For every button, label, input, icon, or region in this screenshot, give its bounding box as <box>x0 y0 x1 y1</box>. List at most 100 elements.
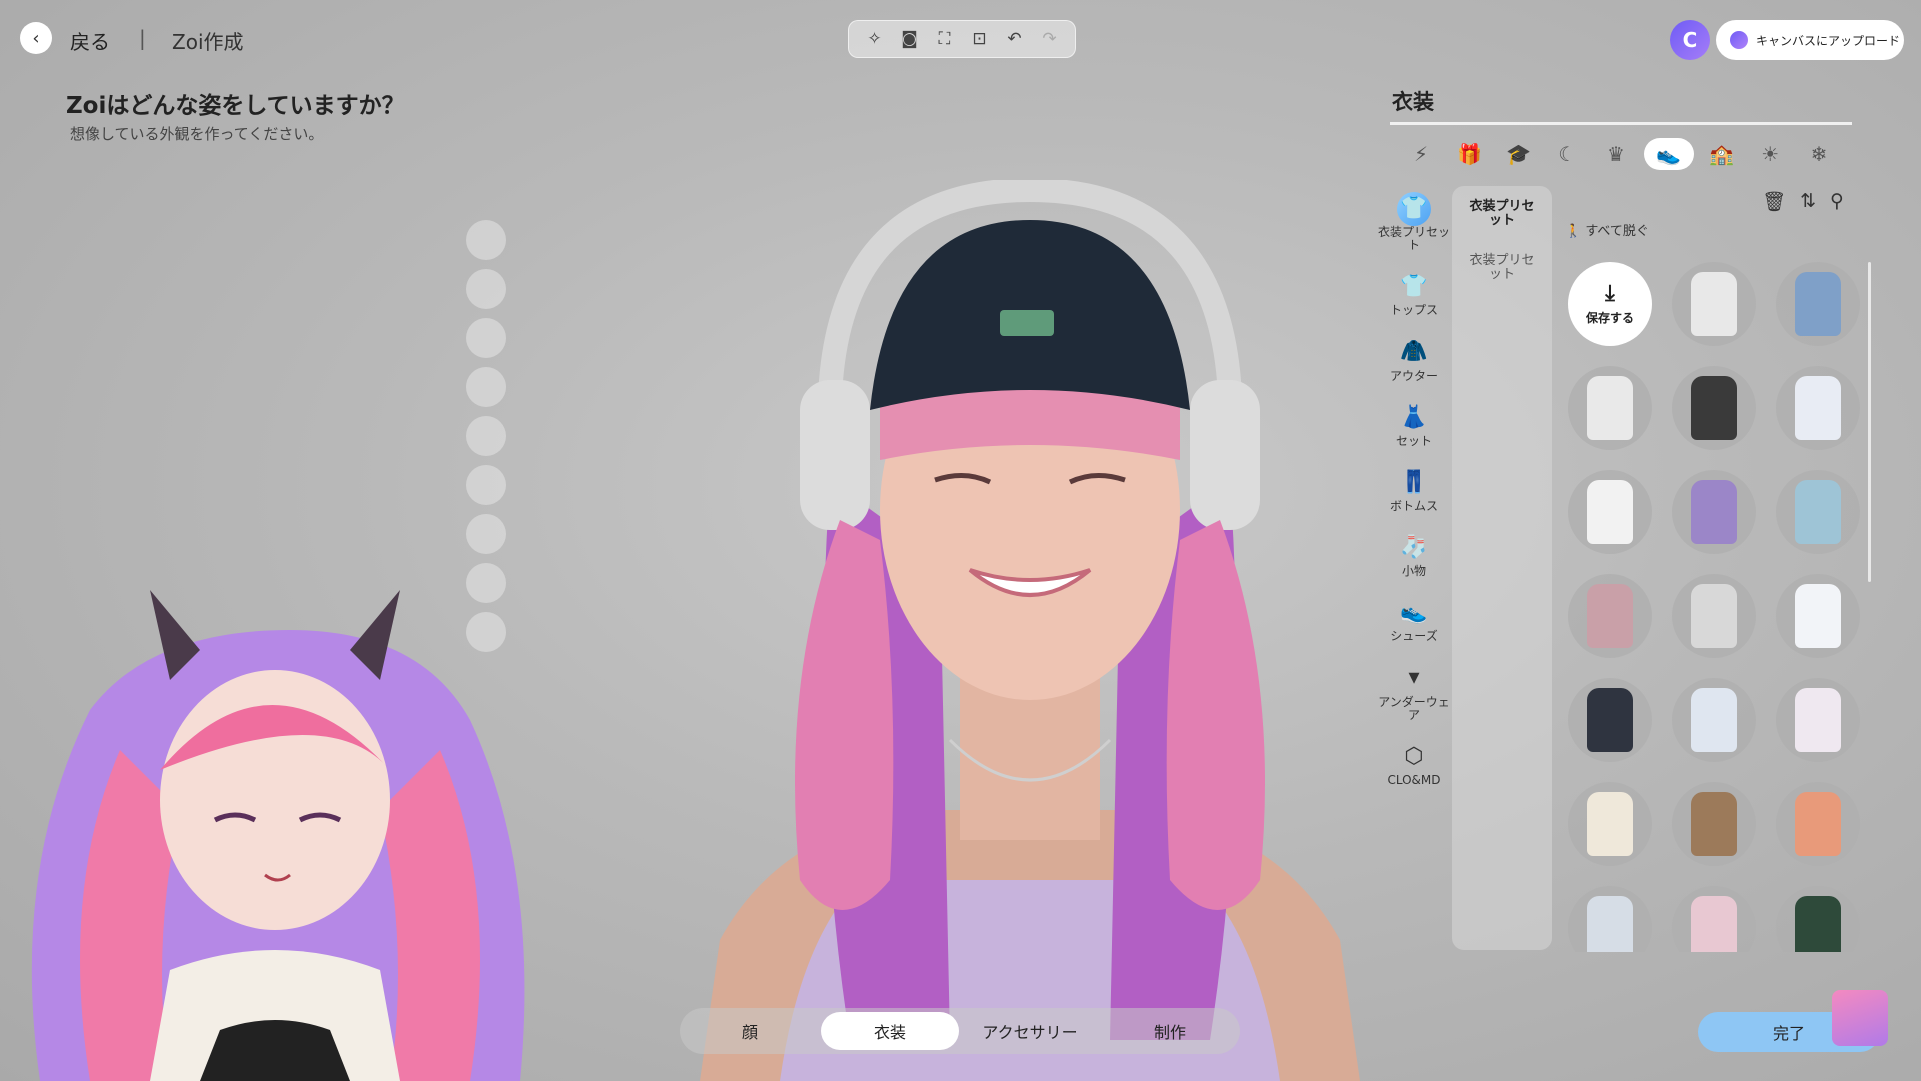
outfit-preset-item[interactable] <box>1568 886 1652 952</box>
redo-icon[interactable]: ↷ <box>1038 29 1062 49</box>
menu-item-shoes[interactable]: 👟 シューズ <box>1378 596 1450 643</box>
outfit-preset-item[interactable] <box>1672 366 1756 450</box>
equipped-item-thumb[interactable] <box>466 416 506 456</box>
tab-face[interactable]: 顔 <box>681 1012 819 1050</box>
clo-icon: ⬡ <box>1404 743 1424 769</box>
outfit-preset-item[interactable] <box>1776 470 1860 554</box>
outfit-preset-item[interactable] <box>1776 574 1860 658</box>
canva-icon <box>1730 31 1748 49</box>
outfit-preset-item[interactable] <box>1672 574 1756 658</box>
face-focus-icon[interactable]: ⊡ <box>968 29 992 49</box>
panel-divider <box>1390 122 1852 125</box>
subcategory-item[interactable]: 衣装プリセット <box>1464 253 1540 283</box>
trash-icon[interactable]: 🗑 <box>1762 190 1786 213</box>
style-category-bar: ⚡ 🎁 🎓 ☾ ♛ 👟 🏫 ☀ ❄ <box>1400 136 1840 172</box>
page-title: Zoiはどんな姿をしていますか？ <box>66 93 405 119</box>
menu-label: セット <box>1395 433 1432 448</box>
sparkle-icon[interactable]: ✧ <box>863 29 887 49</box>
shoe-icon[interactable]: 👟 <box>1643 138 1694 170</box>
back-button[interactable]: ‹ <box>20 22 52 54</box>
breadcrumb: Zoi作成 <box>172 30 244 54</box>
outfit-garment-image <box>1691 376 1737 440</box>
menu-item-clo-md[interactable]: ⬡ CLO&MD <box>1378 740 1450 787</box>
panel-title: 衣装 <box>1392 90 1434 114</box>
sun-icon[interactable]: ☀ <box>1749 138 1791 170</box>
outfit-preset-item[interactable] <box>1568 782 1652 866</box>
chevron-left-icon: ‹ <box>32 27 40 49</box>
outfit-garment-image <box>1795 272 1841 336</box>
magic-icon[interactable]: ⚡ <box>1400 138 1442 170</box>
equipped-item-thumb[interactable] <box>466 514 506 554</box>
tab-create[interactable]: 制作 <box>1101 1012 1239 1050</box>
outfit-preset-item[interactable] <box>1568 470 1652 554</box>
camera-icon[interactable]: ◙ <box>898 29 922 49</box>
filter-icon[interactable]: ⚲ <box>1830 190 1844 213</box>
equipped-item-thumb[interactable] <box>466 318 506 358</box>
outfit-preset-item[interactable] <box>1672 262 1756 346</box>
crown-icon[interactable]: ♛ <box>1595 138 1637 170</box>
menu-label: ボトムス <box>1389 498 1438 513</box>
canva-logo-icon[interactable]: C <box>1670 20 1710 60</box>
graduation-cap-icon[interactable]: 🎓 <box>1498 138 1540 170</box>
outfit-grid-scrollbar[interactable] <box>1868 262 1871 582</box>
menu-item-bottoms[interactable]: 👖 ボトムス <box>1378 466 1450 513</box>
gift-icon[interactable]: 🎁 <box>1449 138 1491 170</box>
outfit-garment-image <box>1587 584 1633 648</box>
school-icon[interactable]: 🏫 <box>1701 138 1743 170</box>
outfit-garment-image <box>1587 688 1633 752</box>
outfit-garment-image <box>1587 896 1633 952</box>
tab-outfit[interactable]: 衣装 <box>821 1012 959 1050</box>
jacket-icon: 🧥 <box>1400 339 1428 365</box>
menu-item-preset[interactable]: 👕 衣装プリセット <box>1378 192 1450 252</box>
outfit-preset-item[interactable] <box>1672 678 1756 762</box>
menu-label: CLO&MD <box>1387 772 1441 787</box>
equipped-item-thumb[interactable] <box>466 367 506 407</box>
tab-accessories[interactable]: アクセサリー <box>961 1012 1099 1050</box>
back-label[interactable]: 戻る <box>70 26 110 55</box>
equipped-item-thumb[interactable] <box>466 465 506 505</box>
underwear-icon: ▾ <box>1408 665 1420 691</box>
list-tools: 🗑 ⇅ ⚲ <box>1762 190 1844 213</box>
outfit-garment-image <box>1795 376 1841 440</box>
menu-item-tops[interactable]: 👕 トップス <box>1378 270 1450 317</box>
menu-label: アンダーウェア <box>1378 694 1450 722</box>
page-subtitle: 想像している外観を作ってください。 <box>70 125 324 143</box>
person-icon: 🚶 <box>1565 224 1582 239</box>
outfit-preset-item[interactable] <box>1776 782 1860 866</box>
outfit-preset-item[interactable] <box>1776 678 1860 762</box>
outfit-garment-image <box>1587 376 1633 440</box>
upload-label: キャンバスにアップロード <box>1756 33 1901 48</box>
focus-icon[interactable]: ⛶ <box>933 29 957 49</box>
upload-to-canvas-button[interactable]: キャンバスにアップロード <box>1716 20 1904 60</box>
moon-icon[interactable]: ☾ <box>1546 138 1588 170</box>
outfit-preset-item[interactable] <box>1672 782 1756 866</box>
outfit-garment-image <box>1691 792 1737 856</box>
save-preset-button[interactable]: ⤓ 保存する <box>1568 262 1652 346</box>
equipped-item-thumb[interactable] <box>466 269 506 309</box>
outfit-preset-item[interactable] <box>1776 262 1860 346</box>
menu-item-accessories[interactable]: 🧦 小物 <box>1378 531 1450 578</box>
take-off-all-button[interactable]: 🚶 すべて脱ぐ <box>1565 220 1649 239</box>
outfit-preset-item[interactable] <box>1568 678 1652 762</box>
snowflake-icon[interactable]: ❄ <box>1798 138 1840 170</box>
outfit-preset-item[interactable] <box>1776 366 1860 450</box>
outfit-garment-image <box>1691 272 1737 336</box>
outfit-preset-item[interactable] <box>1776 886 1860 952</box>
outfit-preset-item[interactable] <box>1568 366 1652 450</box>
outfit-category-menu: 👕 衣装プリセット 👕 トップス 🧥 アウター 👗 セット 👖 ボトムス 🧦 小… <box>1378 192 1450 787</box>
outfit-preset-item[interactable] <box>1568 574 1652 658</box>
menu-item-underwear[interactable]: ▾ アンダーウェア <box>1378 662 1450 722</box>
sort-icon[interactable]: ⇅ <box>1800 190 1816 213</box>
menu-item-outer[interactable]: 🧥 アウター <box>1378 336 1450 383</box>
character-preview[interactable] <box>660 180 1400 1081</box>
preset-subcategory-column: 衣装プリセット 衣装プリセット <box>1452 186 1552 950</box>
undo-icon[interactable]: ↶ <box>1003 29 1027 49</box>
equipped-item-thumb[interactable] <box>466 220 506 260</box>
outfit-preset-item[interactable] <box>1672 470 1756 554</box>
outfit-garment-image <box>1795 480 1841 544</box>
menu-label: 小物 <box>1401 564 1426 579</box>
outfit-preset-item[interactable] <box>1672 886 1756 952</box>
save-label: 保存する <box>1585 310 1634 325</box>
menu-item-set[interactable]: 👗 セット <box>1378 401 1450 448</box>
subcategory-active[interactable]: 衣装プリセット <box>1464 199 1540 229</box>
